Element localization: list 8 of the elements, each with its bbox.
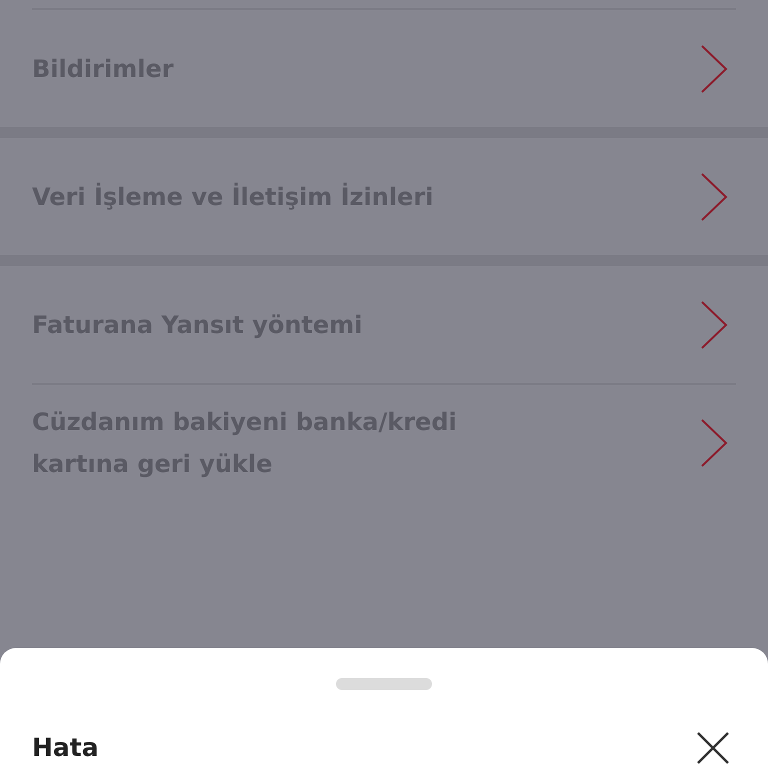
close-button[interactable] (695, 730, 731, 766)
drag-handle[interactable] (336, 678, 432, 690)
close-icon (695, 730, 731, 766)
chevron-right-icon (700, 418, 728, 468)
chevron-right-icon (700, 300, 728, 350)
chevron-right-icon (700, 172, 728, 222)
chevron-right-icon (700, 44, 728, 94)
sheet-title: Hata (32, 733, 99, 763)
